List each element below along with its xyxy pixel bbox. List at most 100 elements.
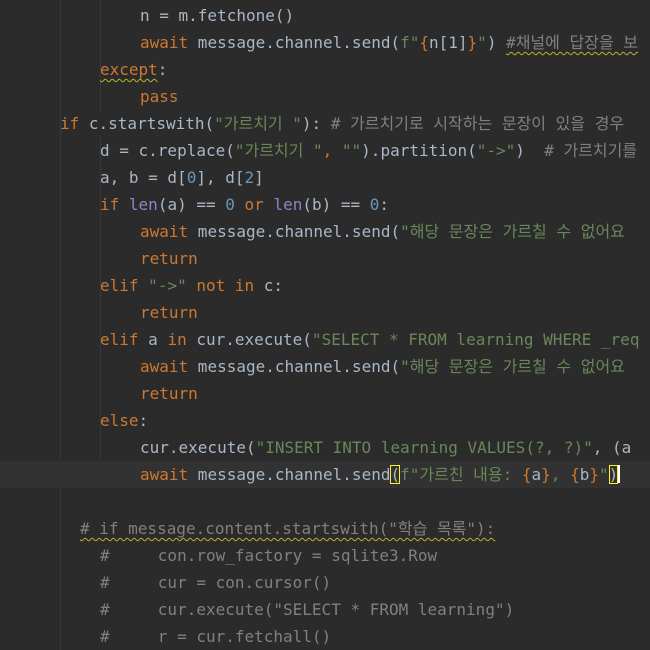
code-line[interactable]: else: bbox=[0, 407, 650, 434]
code-token: await bbox=[140, 222, 189, 241]
code-token: c.startswith( bbox=[79, 114, 215, 133]
code-token: n = m.fetchone() bbox=[140, 6, 295, 25]
code-text: if len(a) == 0 or len(b) == 0: bbox=[100, 191, 389, 218]
code-token: ) bbox=[486, 33, 507, 52]
code-line[interactable]: if c.startswith("가르치기 "): # 가르치기로 시작하는 문… bbox=[0, 110, 650, 137]
code-text: elif a in cur.execute("SELECT * FROM lea… bbox=[100, 326, 639, 353]
code-token: #채널에 답장을 보 bbox=[506, 33, 639, 52]
code-token: } bbox=[589, 465, 599, 484]
code-text: d = c.replace("가르치기 ", "").partition("->… bbox=[100, 137, 637, 164]
code-line[interactable]: await message.channel.send("해당 문장은 가르칠 수… bbox=[0, 218, 650, 245]
code-line[interactable]: d = c.replace("가르치기 ", "").partition("->… bbox=[0, 137, 650, 164]
code-token: "" bbox=[341, 141, 362, 160]
code-token: ( bbox=[390, 465, 401, 484]
code-token: len bbox=[128, 195, 158, 214]
code-line[interactable]: # cur.execute("SELECT * FROM learning") bbox=[0, 596, 650, 623]
code-line[interactable]: if len(a) == 0 or len(b) == 0: bbox=[0, 191, 650, 218]
code-token: elif bbox=[100, 276, 139, 295]
code-token: if bbox=[100, 195, 120, 214]
code-token: # con.row_factory = sqlite3.Row bbox=[100, 546, 438, 565]
code-token: , bbox=[550, 465, 571, 484]
code-line[interactable]: await message.channel.send(f"{n[1]}") #채… bbox=[0, 29, 650, 56]
code-token: message.channel.send( bbox=[188, 33, 401, 52]
code-token: # 가르치기를 bbox=[544, 141, 638, 160]
code-token: # if message.content.startswith("학습 목록")… bbox=[80, 519, 496, 538]
code-token: n[1] bbox=[429, 33, 468, 52]
code-text: await message.channel.send(f"가르친 내용: {a}… bbox=[140, 461, 621, 488]
code-token: pass bbox=[140, 87, 179, 106]
code-line[interactable]: # cur = con.cursor() bbox=[0, 569, 650, 596]
code-token: await bbox=[140, 465, 189, 484]
code-line[interactable] bbox=[0, 488, 650, 515]
code-token: { bbox=[419, 33, 429, 52]
code-line[interactable]: return bbox=[0, 245, 650, 272]
code-line[interactable]: a, b = d[0], d[2] bbox=[0, 164, 650, 191]
code-token: message.channel.send( bbox=[188, 222, 401, 241]
code-token: : bbox=[157, 60, 168, 79]
code-text: await message.channel.send("해당 문장은 가르칠 수… bbox=[140, 218, 625, 245]
code-line[interactable]: elif "->" not in c: bbox=[0, 272, 650, 299]
code-token: } bbox=[541, 465, 551, 484]
code-text: elif "->" not in c: bbox=[100, 272, 283, 299]
code-token: " bbox=[477, 33, 487, 52]
code-line[interactable]: n = m.fetchone() bbox=[0, 2, 650, 29]
code-text: await message.channel.send(f"{n[1]}") #채… bbox=[140, 29, 638, 56]
code-token: 0 bbox=[186, 168, 197, 187]
code-line[interactable]: except: bbox=[0, 56, 650, 83]
code-token: , bbox=[322, 141, 342, 160]
text-caret bbox=[618, 465, 621, 483]
code-token: cur.execute( bbox=[186, 330, 312, 349]
code-text: n = m.fetchone() bbox=[140, 2, 294, 29]
code-token: message.channel.send( bbox=[188, 357, 401, 376]
code-token: f"가르친 내용: bbox=[400, 465, 522, 484]
code-token: ) bbox=[515, 141, 545, 160]
code-line[interactable]: cur.execute("INSERT INTO learning VALUES… bbox=[0, 434, 650, 461]
code-token: "가르치기 " bbox=[214, 114, 302, 133]
code-token: c: bbox=[254, 276, 284, 295]
code-line[interactable]: # if message.content.startswith("학습 목록")… bbox=[0, 515, 650, 542]
code-token: " bbox=[598, 465, 609, 484]
code-line[interactable]: await message.channel.send("해당 문장은 가르칠 수… bbox=[0, 353, 650, 380]
code-token: "해당 문장은 가르칠 수 없어요 bbox=[400, 222, 625, 241]
code-token: ).partition( bbox=[361, 141, 477, 160]
code-line[interactable]: pass bbox=[0, 83, 650, 110]
code-line[interactable]: elif a in cur.execute("SELECT * FROM lea… bbox=[0, 326, 650, 353]
code-token: in bbox=[167, 330, 187, 349]
code-token: { bbox=[521, 465, 532, 484]
code-token: a, b = d[ bbox=[100, 168, 187, 187]
code-line[interactable]: # r = cur.fetchall() bbox=[0, 623, 650, 650]
code-line[interactable]: # con.row_factory = sqlite3.Row bbox=[0, 542, 650, 569]
code-token: return bbox=[140, 303, 198, 322]
code-token: ) bbox=[608, 465, 619, 484]
code-text: return bbox=[140, 299, 198, 326]
code-text: if c.startswith("가르치기 "): # 가르치기로 시작하는 문… bbox=[60, 110, 624, 137]
code-token: "->" bbox=[148, 276, 187, 295]
code-text: return bbox=[140, 380, 198, 407]
code-line[interactable]: return bbox=[0, 299, 650, 326]
code-text: await message.channel.send("해당 문장은 가르칠 수… bbox=[140, 353, 625, 380]
code-token: or bbox=[244, 195, 264, 214]
code-token: len bbox=[273, 195, 303, 214]
code-token: cur.execute( bbox=[140, 438, 256, 457]
code-token: "가르치기 " bbox=[234, 141, 323, 160]
code-token: else bbox=[100, 411, 139, 430]
code-token: not in bbox=[196, 276, 255, 295]
code-text: a, b = d[0], d[2] bbox=[100, 164, 264, 191]
code-line[interactable]: await message.channel.send(f"가르친 내용: {a}… bbox=[0, 461, 650, 488]
code-text: else: bbox=[100, 407, 148, 434]
code-line[interactable]: return bbox=[0, 380, 650, 407]
code-token: # r = cur.fetchall() bbox=[100, 627, 332, 646]
code-token: ], d[ bbox=[196, 168, 245, 187]
code-token: return bbox=[140, 249, 198, 268]
code-token: ] bbox=[254, 168, 264, 187]
code-token: # 가르치기로 시작하는 문장이 있을 경우 bbox=[330, 114, 625, 133]
code-editor[interactable]: n = m.fetchone() await message.channel.se… bbox=[0, 0, 650, 650]
code-token: elif bbox=[100, 330, 139, 349]
code-text: # r = cur.fetchall() bbox=[100, 623, 331, 650]
code-text: # if message.content.startswith("학습 목록")… bbox=[80, 515, 495, 542]
code-token: d = c.replace( bbox=[100, 141, 235, 160]
code-text: except: bbox=[100, 56, 167, 83]
